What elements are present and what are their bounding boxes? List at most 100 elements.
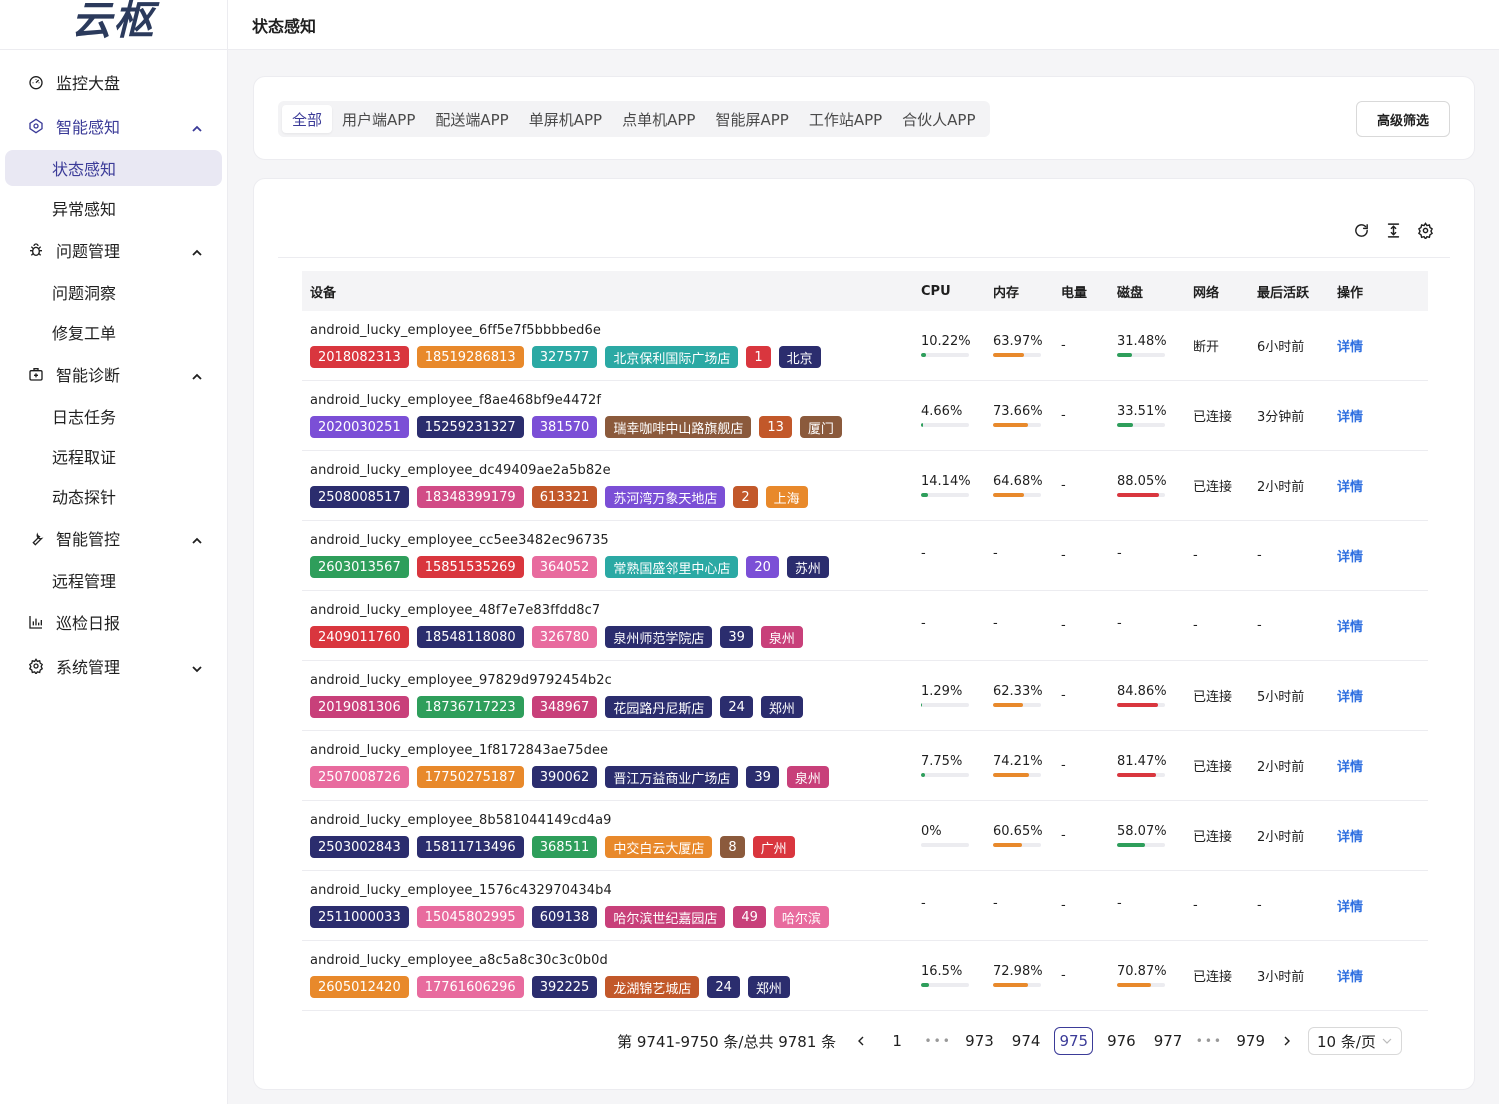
last-active: - bbox=[1257, 898, 1262, 913]
memory-progress-bar bbox=[993, 493, 1041, 497]
detail-link[interactable]: 详情 bbox=[1337, 620, 1363, 635]
disk-value: 31.48% bbox=[1117, 334, 1167, 349]
sidebar-subitem[interactable]: 问题洞察 bbox=[0, 272, 227, 312]
detail-link[interactable]: 详情 bbox=[1337, 970, 1363, 985]
perception-icon bbox=[28, 118, 44, 134]
detail-link[interactable]: 详情 bbox=[1337, 690, 1363, 705]
device-name: android_lucky_employee_dc49409ae2a5b82e bbox=[310, 463, 611, 478]
device-tag: 381570 bbox=[531, 416, 598, 438]
disk-cell: 33.51% bbox=[1109, 404, 1185, 427]
sidebar-item-monitor[interactable]: 监控大盘 bbox=[0, 60, 227, 104]
last-active: - bbox=[1257, 618, 1262, 633]
sidebar-item-system[interactable]: 系统管理 bbox=[0, 644, 227, 688]
last-active: - bbox=[1257, 548, 1262, 563]
memory-value: 60.65% bbox=[993, 824, 1043, 839]
refresh-icon[interactable] bbox=[1352, 221, 1370, 239]
detail-link[interactable]: 详情 bbox=[1337, 900, 1363, 915]
chevron-up-icon[interactable] bbox=[191, 244, 203, 256]
memory-cell: - bbox=[985, 546, 1053, 565]
header-battery: 电量 bbox=[1061, 285, 1088, 301]
chevron-up-icon[interactable] bbox=[191, 120, 203, 132]
detail-link[interactable]: 详情 bbox=[1337, 550, 1363, 565]
tab-2[interactable]: 配送端APP bbox=[425, 105, 518, 133]
sidebar-subitem[interactable]: 修复工单 bbox=[0, 312, 227, 352]
device-tag: 哈尔滨世纪嘉园店 bbox=[605, 906, 726, 928]
tab-6[interactable]: 工作站APP bbox=[799, 105, 892, 133]
tab-4[interactable]: 点单机APP bbox=[612, 105, 705, 133]
header-device: 设备 bbox=[310, 285, 337, 301]
chevron-up-icon[interactable] bbox=[191, 532, 203, 544]
pagination-total: 第 9741-9750 条/总共 9781 条 bbox=[617, 1032, 837, 1051]
sidebar-subitem[interactable]: 远程取证 bbox=[0, 436, 227, 476]
tab-1[interactable]: 用户端APP bbox=[332, 105, 425, 133]
sidebar-item-control[interactable]: 智能管控 bbox=[0, 516, 227, 560]
device-tag: 泉州 bbox=[786, 766, 829, 788]
device-tag: 中交白云大厦店 bbox=[605, 836, 713, 858]
next-page-icon[interactable] bbox=[1274, 1027, 1300, 1055]
device-tag: 2508008517 bbox=[310, 486, 409, 508]
page-973[interactable]: 973 bbox=[961, 1027, 998, 1055]
page-ellipsis[interactable]: ••• bbox=[920, 1034, 956, 1048]
page-979[interactable]: 979 bbox=[1232, 1027, 1269, 1055]
table-row: android_lucky_employee_dc49409ae2a5b82e 2… bbox=[302, 451, 1428, 521]
column-height-icon[interactable] bbox=[1384, 221, 1402, 239]
tab-7[interactable]: 合伙人APP bbox=[892, 105, 985, 133]
table-row: android_lucky_employee_f8ae468bf9e4472f 2… bbox=[302, 381, 1428, 451]
chevron-down-icon[interactable] bbox=[191, 660, 203, 673]
disk-value: 70.87% bbox=[1117, 964, 1167, 979]
battery-value: - bbox=[1061, 408, 1066, 423]
device-name: android_lucky_employee_1f8172843ae75dee bbox=[310, 743, 609, 758]
memory-value: 73.66% bbox=[993, 404, 1043, 419]
device-tag: 18519286813 bbox=[416, 346, 524, 368]
sidebar-item-diagnosis[interactable]: 智能诊断 bbox=[0, 352, 227, 396]
tab-0[interactable]: 全部 bbox=[282, 105, 333, 133]
page-1[interactable]: 1 bbox=[879, 1027, 915, 1055]
detail-link[interactable]: 详情 bbox=[1337, 410, 1363, 425]
page-974[interactable]: 974 bbox=[1008, 1027, 1045, 1055]
logo[interactable]: 云枢 bbox=[0, 0, 227, 50]
network-status: 已连接 bbox=[1193, 410, 1233, 425]
detail-link[interactable]: 详情 bbox=[1337, 480, 1363, 495]
device-tag: 2603013567 bbox=[310, 556, 409, 578]
table-row: android_lucky_employee_cc5ee3482ec96735 2… bbox=[302, 521, 1428, 591]
device-tag: 364052 bbox=[531, 556, 598, 578]
tab-5[interactable]: 智能屏APP bbox=[705, 105, 798, 133]
sidebar-subitem[interactable]: 异常感知 bbox=[0, 188, 227, 228]
sidebar-subitem[interactable]: 动态探针 bbox=[0, 476, 227, 516]
cpu-progress-bar bbox=[921, 423, 969, 427]
detail-link[interactable]: 详情 bbox=[1337, 830, 1363, 845]
sidebar-subitem[interactable]: 状态感知 bbox=[5, 150, 222, 186]
page-ellipsis[interactable]: ••• bbox=[1191, 1034, 1227, 1048]
memory-value: - bbox=[993, 616, 998, 631]
disk-progress-fill bbox=[1117, 983, 1152, 987]
advanced-filter-button[interactable]: 高级筛选 bbox=[1356, 101, 1450, 137]
cpu-cell: - bbox=[913, 546, 985, 565]
page-976[interactable]: 976 bbox=[1103, 1027, 1140, 1055]
action-cell: 详情 bbox=[1329, 756, 1428, 775]
detail-link[interactable]: 详情 bbox=[1337, 760, 1363, 775]
cpu-cell: 1.29% bbox=[913, 684, 985, 707]
device-tag: 49 bbox=[733, 906, 766, 928]
sidebar-item-smart-perception[interactable]: 智能感知 bbox=[0, 104, 227, 148]
prev-page-icon[interactable] bbox=[848, 1027, 874, 1055]
sidebar-subitem[interactable]: 远程管理 bbox=[0, 560, 227, 600]
sidebar-item-label: 智能管控 bbox=[56, 530, 121, 549]
dashboard-icon bbox=[28, 74, 44, 90]
wrench-icon bbox=[28, 530, 44, 546]
device-tag: 苏州 bbox=[786, 556, 829, 578]
sidebar-item-issue[interactable]: 问题管理 bbox=[0, 228, 227, 272]
cpu-progress-fill bbox=[921, 983, 929, 987]
sidebar-subitem[interactable]: 日志任务 bbox=[0, 396, 227, 436]
memory-progress-bar bbox=[993, 983, 1041, 987]
page-977[interactable]: 977 bbox=[1150, 1027, 1187, 1055]
tab-3[interactable]: 单屏机APP bbox=[519, 105, 612, 133]
network-status: - bbox=[1193, 898, 1198, 913]
page-title: 状态感知 bbox=[252, 16, 317, 36]
settings-icon[interactable] bbox=[1416, 221, 1434, 239]
sidebar-item-report[interactable]: 巡检日报 bbox=[0, 600, 227, 644]
device-tag: 39 bbox=[746, 766, 779, 788]
page-975[interactable]: 975 bbox=[1054, 1027, 1094, 1055]
chevron-up-icon[interactable] bbox=[191, 368, 203, 380]
detail-link[interactable]: 详情 bbox=[1337, 340, 1363, 355]
page-size-select[interactable]: 10 条/页 bbox=[1308, 1027, 1402, 1055]
